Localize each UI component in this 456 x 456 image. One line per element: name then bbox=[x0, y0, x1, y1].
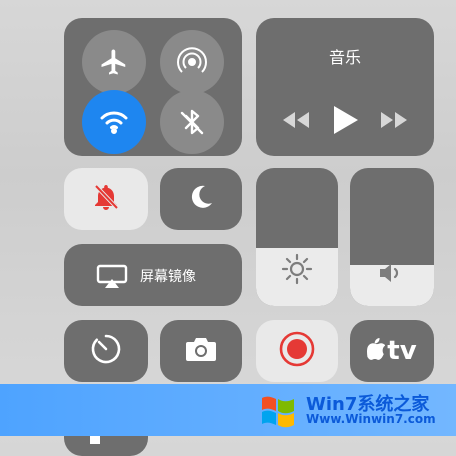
tv-label: tv bbox=[387, 336, 417, 366]
sun-icon bbox=[280, 252, 314, 290]
volume-slider[interactable] bbox=[350, 168, 434, 306]
play-icon bbox=[333, 106, 358, 134]
silent-mode-button[interactable] bbox=[64, 168, 148, 230]
screen-mirroring-button[interactable]: 屏幕镜像 bbox=[64, 244, 242, 306]
music-panel[interactable]: 音乐 bbox=[256, 18, 434, 156]
fast-forward-icon bbox=[381, 112, 408, 128]
wifi-icon bbox=[99, 109, 129, 135]
do-not-disturb-button[interactable] bbox=[160, 168, 242, 230]
play-button[interactable] bbox=[330, 104, 360, 140]
airplane-mode-button[interactable] bbox=[82, 30, 146, 94]
music-title: 音乐 bbox=[328, 48, 361, 67]
apple-icon bbox=[367, 338, 386, 364]
cellular-data-button[interactable] bbox=[160, 30, 224, 94]
bell-slash-icon bbox=[91, 182, 121, 216]
windows-flag-icon bbox=[258, 392, 298, 428]
speaker-icon bbox=[378, 262, 406, 288]
fast-forward-button[interactable] bbox=[377, 110, 413, 134]
wifi-button[interactable] bbox=[82, 90, 146, 154]
screen-record-button[interactable] bbox=[256, 320, 338, 382]
watermark-url: Www.Winwin7.com bbox=[306, 412, 436, 426]
site-watermark: Win7系统之家 Www.Winwin7.com bbox=[258, 390, 448, 430]
bluetooth-button[interactable] bbox=[160, 90, 224, 154]
watermark-banner: Win7系统之家 Www.Winwin7.com bbox=[0, 384, 456, 436]
bluetooth-off-icon bbox=[178, 107, 206, 137]
camera-button[interactable] bbox=[160, 320, 242, 382]
apple-tv-remote-button[interactable]: tv bbox=[350, 320, 434, 382]
camera-icon bbox=[184, 335, 218, 367]
antenna-icon bbox=[176, 46, 208, 78]
rewind-button[interactable] bbox=[277, 110, 313, 134]
timer-button[interactable] bbox=[64, 320, 148, 382]
rewind-icon bbox=[282, 112, 309, 128]
airplane-icon bbox=[99, 47, 129, 77]
brightness-slider[interactable] bbox=[256, 168, 338, 306]
airplay-icon bbox=[96, 264, 128, 292]
screen-mirroring-label: 屏幕镜像 bbox=[140, 269, 196, 285]
record-icon bbox=[278, 330, 316, 372]
connectivity-panel bbox=[64, 18, 242, 156]
timer-icon bbox=[89, 332, 123, 370]
moon-icon bbox=[186, 182, 216, 216]
